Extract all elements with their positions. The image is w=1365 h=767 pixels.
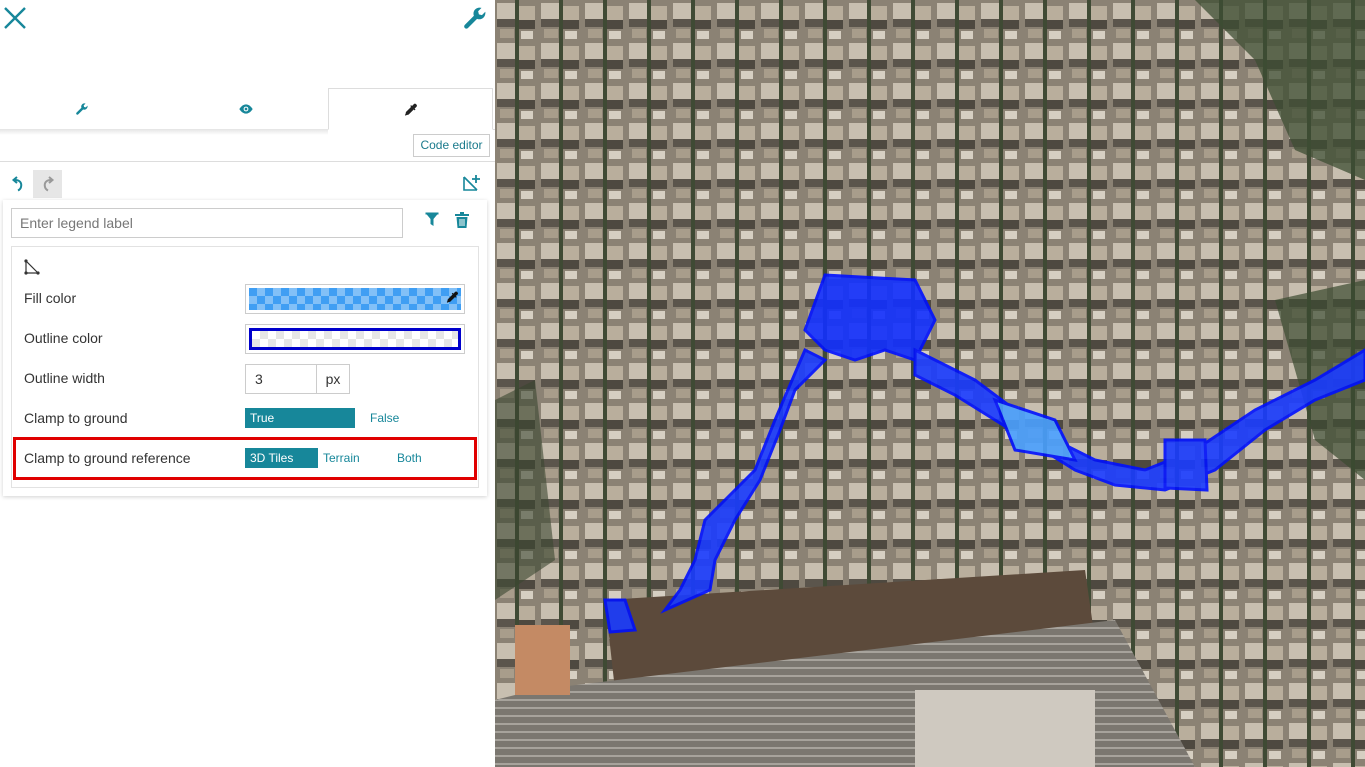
tab-visibility[interactable]: [163, 88, 328, 130]
tab-settings[interactable]: [0, 88, 163, 130]
clamp-false-option[interactable]: False: [365, 408, 425, 428]
outline-color-picker[interactable]: [245, 324, 465, 354]
wrench-icon: [75, 103, 88, 115]
style-editor-panel: Code editor Fill color: [0, 0, 495, 767]
filter-icon[interactable]: [425, 212, 443, 232]
outline-width-label: Outline width: [24, 370, 105, 386]
outline-width-unit: px: [317, 364, 350, 394]
fill-color-swatch: [249, 288, 461, 310]
code-editor-button[interactable]: Code editor: [413, 134, 490, 157]
close-icon[interactable]: [2, 5, 28, 31]
tab-divider: [0, 129, 328, 135]
map-view[interactable]: [495, 0, 1365, 767]
highlight-box: [13, 437, 477, 480]
redo-button[interactable]: [33, 170, 62, 198]
outline-color-swatch: [249, 328, 461, 350]
legend-label-input[interactable]: [11, 208, 403, 238]
undo-icon: [11, 176, 23, 192]
outline-width-input[interactable]: 3: [245, 364, 317, 394]
clamp-true-option[interactable]: True: [245, 408, 355, 428]
undo-button[interactable]: [4, 170, 32, 198]
fill-color-picker[interactable]: [245, 284, 465, 314]
redo-icon: [43, 176, 54, 192]
panel-tabs: [0, 88, 495, 130]
fill-color-label: Fill color: [24, 290, 77, 306]
city-3d-scene: [495, 0, 1365, 767]
draw-polygon-icon[interactable]: [460, 172, 484, 196]
wrench-icon[interactable]: [462, 5, 488, 31]
divider: [0, 161, 495, 162]
trash-icon[interactable]: [455, 212, 473, 232]
clamp-to-ground-label: Clamp to ground: [24, 410, 128, 426]
dropper-icon: [446, 291, 458, 303]
outline-color-label: Outline color: [24, 330, 103, 346]
eye-icon: [238, 104, 253, 114]
tab-style[interactable]: [328, 88, 493, 130]
polygon-icon: [24, 259, 40, 275]
dropper-icon: [404, 103, 417, 116]
